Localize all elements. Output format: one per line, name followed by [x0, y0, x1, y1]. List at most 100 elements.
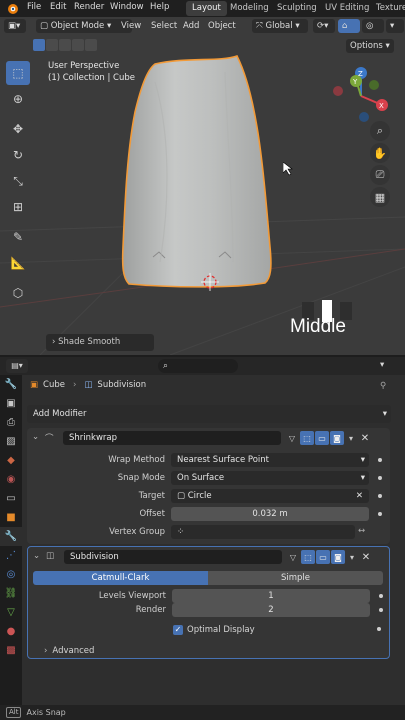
shrinkwrap-name-field[interactable]: Shrinkwrap: [63, 431, 281, 445]
select-box-icon[interactable]: ⬚: [6, 61, 30, 85]
properties-search-input[interactable]: ⌕: [158, 359, 238, 373]
viewport-display-icon[interactable]: ▭: [315, 431, 329, 445]
vertex-group-field[interactable]: ⁘: [171, 525, 355, 539]
tab-catmull-clark[interactable]: Catmull-Clark: [33, 571, 208, 585]
chevron-down-icon[interactable]: ▾: [380, 360, 384, 370]
viewport-display-icon[interactable]: ▭: [316, 550, 330, 564]
on-cage-icon[interactable]: ▽: [286, 550, 300, 564]
tab-simple[interactable]: Simple: [208, 571, 383, 585]
measure-icon[interactable]: 📐: [6, 251, 30, 275]
keyframe-dot-icon[interactable]: [378, 476, 382, 480]
menu-object[interactable]: Object: [208, 21, 236, 31]
edit-mode-icon[interactable]: ⬚: [301, 550, 315, 564]
blender-logo-icon[interactable]: [5, 2, 19, 18]
tab-uv-editing[interactable]: UV Editing: [319, 1, 375, 16]
collection-tab-icon[interactable]: ▭: [0, 489, 22, 508]
move-icon[interactable]: ✥: [6, 117, 30, 141]
pan-hand-icon[interactable]: ✋: [370, 143, 390, 163]
camera-icon[interactable]: ⎚: [370, 165, 390, 185]
pivot-icon[interactable]: ⟳▾: [313, 19, 335, 33]
select-new-icon[interactable]: [33, 39, 45, 51]
tool-tab-icon[interactable]: 🔧: [0, 375, 22, 394]
levels-viewport-field[interactable]: 1: [172, 589, 370, 603]
scale-icon[interactable]: ⤡: [6, 169, 30, 193]
scene-tab-icon[interactable]: ◆: [0, 451, 22, 470]
tab-sculpting[interactable]: Sculpting: [271, 1, 323, 16]
object-mode-dropdown[interactable]: ▢ Object Mode ▾: [36, 19, 132, 33]
snap-mode-dropdown[interactable]: On Surface ▾: [171, 471, 369, 485]
target-field[interactable]: ▢ Circle ✕: [171, 489, 369, 503]
chevron-down-icon[interactable]: ▾: [344, 431, 358, 445]
particles-tab-icon[interactable]: ⋰: [0, 546, 22, 565]
edit-mode-icon[interactable]: ⬚: [300, 431, 314, 445]
subdivision-header[interactable]: ⌄ ◫ Subdivision ▽ ⬚ ▭ ◙ ▾ ✕: [28, 547, 389, 567]
offset-field[interactable]: 0.032 m: [171, 507, 369, 521]
constraints-tab-icon[interactable]: ⛓: [0, 584, 22, 603]
menu-view[interactable]: View: [121, 21, 141, 31]
wrap-method-dropdown[interactable]: Nearest Surface Point ▾: [171, 453, 369, 467]
render-display-icon[interactable]: ◙: [330, 431, 344, 445]
keyframe-dot-icon[interactable]: [378, 494, 382, 498]
editor-type-icon[interactable]: ▣▾: [4, 19, 26, 33]
texture-tab-icon[interactable]: ▩: [0, 641, 22, 660]
rotate-icon[interactable]: ↻: [6, 143, 30, 167]
modifier-tab-icon[interactable]: 🔧: [0, 527, 22, 546]
subdivision-name-field[interactable]: Subdivision: [64, 550, 282, 564]
invert-arrows-icon[interactable]: ↔: [358, 526, 365, 536]
tab-layout[interactable]: Layout: [186, 1, 227, 16]
clear-icon[interactable]: ✕: [356, 489, 363, 503]
physics-tab-icon[interactable]: ◎: [0, 565, 22, 584]
tab-modeling[interactable]: Modeling: [224, 1, 275, 16]
keyframe-dot-icon[interactable]: [379, 594, 383, 598]
menu-window[interactable]: Window: [110, 2, 144, 12]
chevron-down-icon[interactable]: ▾: [345, 550, 359, 564]
snap-icon[interactable]: ⌂: [338, 19, 360, 33]
close-icon[interactable]: ✕: [359, 550, 373, 564]
close-icon[interactable]: ✕: [358, 431, 372, 445]
collapse-chevron-icon[interactable]: ⌄: [32, 432, 39, 442]
data-tab-icon[interactable]: ▽: [0, 603, 22, 622]
add-modifier-dropdown[interactable]: Add Modifier ▾: [27, 405, 391, 423]
transform-orientation-dropdown[interactable]: ⤧ Global ▾: [252, 19, 308, 33]
shrinkwrap-header[interactable]: ⌄ ⌒ Shrinkwrap ▽ ⬚ ▭ ◙ ▾ ✕: [27, 428, 390, 448]
cube-mesh[interactable]: [115, 52, 280, 297]
advanced-subpanel[interactable]: › Advanced: [44, 643, 94, 658]
collapse-chevron-icon[interactable]: ⌄: [33, 551, 40, 561]
last-operator-panel[interactable]: › Shade Smooth: [46, 334, 154, 351]
select-subtract-icon[interactable]: [59, 39, 71, 51]
menu-render[interactable]: Render: [74, 2, 104, 12]
transform-icon[interactable]: ⊞: [6, 195, 30, 219]
3d-viewport[interactable]: ▣▾ ▢ Object Mode ▾ View Select Add Objec…: [0, 17, 405, 355]
properties-editor-type-icon[interactable]: ▤▾: [6, 359, 28, 373]
select-invert-icon[interactable]: [72, 39, 84, 51]
render-tab-icon[interactable]: ▣: [0, 394, 22, 413]
navigation-gizmo[interactable]: Z X Y: [330, 65, 392, 127]
tab-texture[interactable]: Texture: [370, 1, 405, 16]
render-display-icon[interactable]: ◙: [331, 550, 345, 564]
pin-icon[interactable]: ⚲: [380, 381, 386, 391]
options-dropdown[interactable]: Options ▾: [346, 39, 394, 53]
keyframe-dot-icon[interactable]: [378, 512, 382, 516]
select-intersect-icon[interactable]: [85, 39, 97, 51]
view-layer-tab-icon[interactable]: ▨: [0, 432, 22, 451]
world-tab-icon[interactable]: ◉: [0, 470, 22, 489]
keyframe-dot-icon[interactable]: [378, 458, 382, 462]
object-tab-icon[interactable]: ■: [0, 508, 22, 527]
select-extend-icon[interactable]: [46, 39, 58, 51]
menu-edit[interactable]: Edit: [50, 2, 66, 12]
output-tab-icon[interactable]: ⎙: [0, 413, 22, 432]
menu-add[interactable]: Add: [183, 21, 199, 31]
add-cube-icon[interactable]: ⬡: [6, 281, 30, 305]
menu-select[interactable]: Select: [151, 21, 177, 31]
more-icon[interactable]: ▾: [386, 19, 404, 33]
keyframe-dot-icon[interactable]: [377, 627, 381, 631]
optimal-display-row[interactable]: ✓ Optimal Display: [173, 622, 255, 637]
annotate-icon[interactable]: ✎: [6, 225, 30, 249]
render-levels-field[interactable]: 2: [172, 603, 370, 617]
optimal-display-checkbox[interactable]: ✓: [173, 624, 183, 635]
cursor-icon[interactable]: ⊕: [6, 87, 30, 111]
zoom-icon[interactable]: ⌕: [370, 121, 390, 141]
material-tab-icon[interactable]: ●: [0, 622, 22, 641]
on-cage-icon[interactable]: ▽: [285, 431, 299, 445]
menu-help[interactable]: Help: [150, 2, 169, 12]
